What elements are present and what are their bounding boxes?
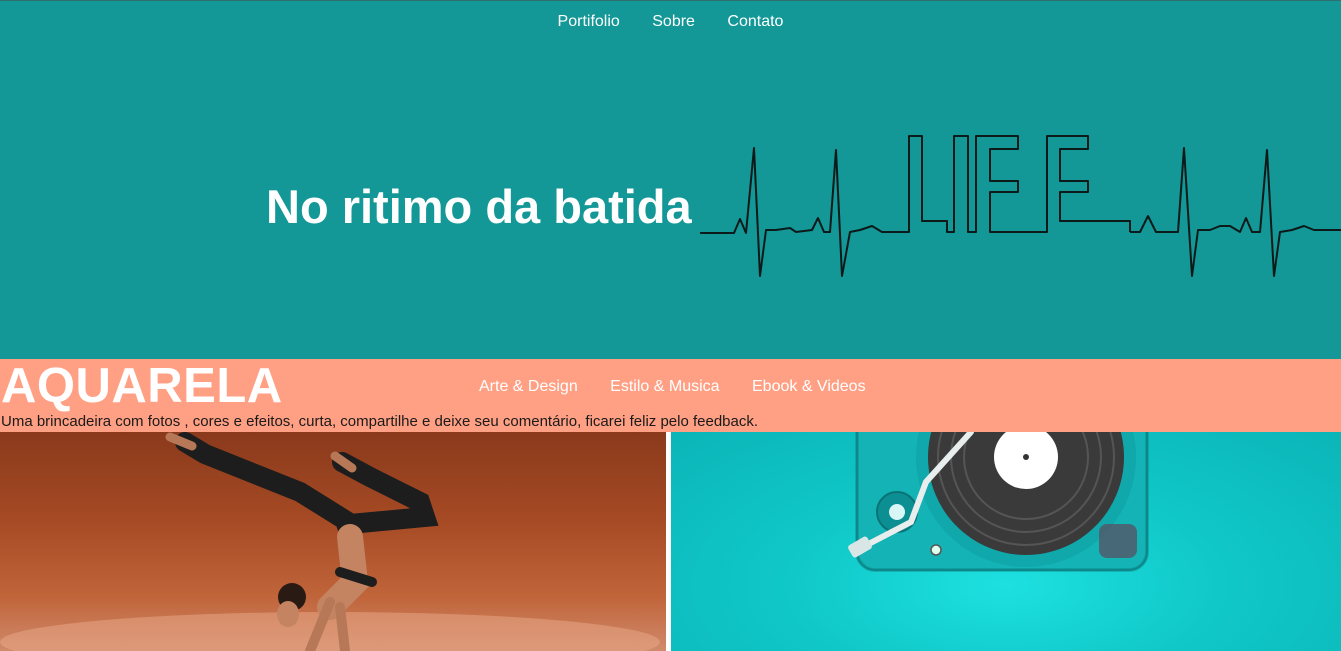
brand-title: AQUARELA	[1, 359, 283, 413]
nav-link-portifolio[interactable]: Portifolio	[558, 13, 620, 30]
nav-link-sobre[interactable]: Sobre	[652, 13, 695, 30]
hero-section: Portifolio Sobre Contato No ritimo da ba…	[0, 0, 1341, 359]
tagline: Uma brincadeira com fotos , cores e efei…	[1, 413, 759, 430]
turntable-photo[interactable]	[671, 432, 1341, 651]
yoga-handstand-photo[interactable]	[0, 432, 666, 651]
aquarela-band: AQUARELA Arte & Design Estilo & Musica E…	[0, 359, 1341, 432]
nav-link-ebook-videos[interactable]: Ebook & Videos	[752, 378, 866, 395]
nav-link-arte-design[interactable]: Arte & Design	[479, 378, 578, 395]
turntable-illustration	[848, 432, 1149, 572]
hero-title: No ritimo da batida	[266, 180, 692, 233]
nav-link-estilo-musica[interactable]: Estilo & Musica	[610, 378, 719, 395]
heartbeat-life-graphic	[700, 135, 1341, 277]
top-nav: Portifolio Sobre Contato	[0, 13, 1341, 31]
nav-link-contato[interactable]: Contato	[727, 13, 783, 30]
yoga-figure-illustration	[0, 432, 660, 651]
heartbeat-line	[700, 135, 1341, 277]
category-nav: Arte & Design Estilo & Musica Ebook & Vi…	[465, 378, 880, 396]
